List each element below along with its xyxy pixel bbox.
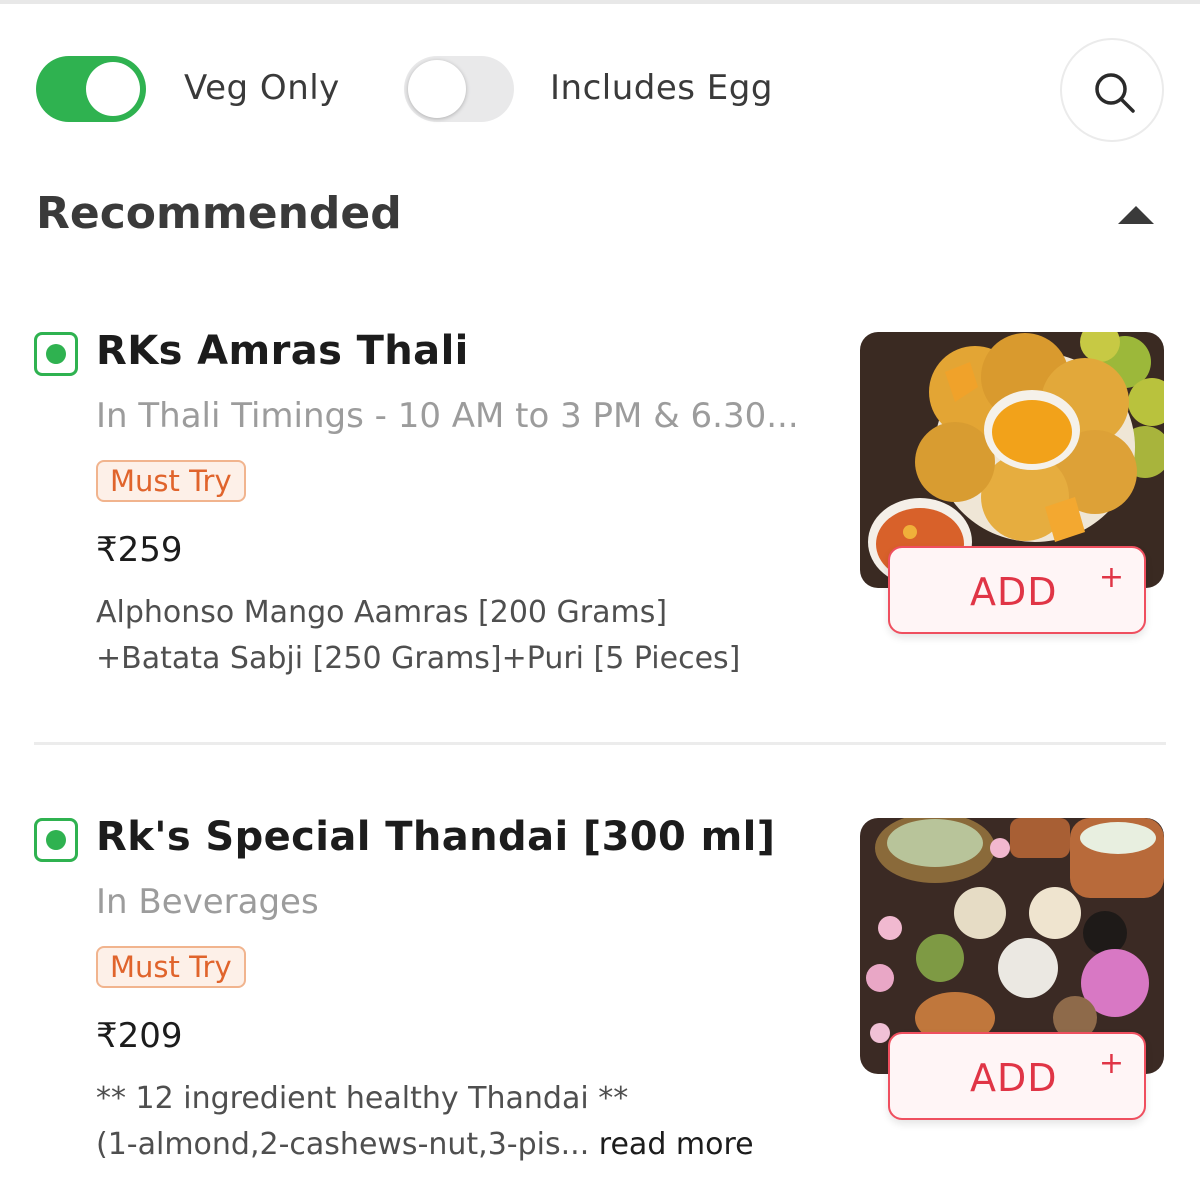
add-button[interactable]: ADD + [888, 546, 1146, 634]
caret-up-icon[interactable] [1118, 206, 1154, 224]
top-divider [0, 0, 1200, 4]
description-line: ** 12 ingredient healthy Thandai ** [96, 1081, 629, 1116]
filter-row: Veg Only Includes Egg [36, 38, 1164, 142]
item-price: ₹259 [96, 530, 183, 570]
veg-only-label: Veg Only [184, 68, 340, 108]
item-description: Alphonso Mango Aamras [200 Grams] +Batat… [96, 590, 836, 682]
includes-egg-toggle[interactable] [404, 56, 514, 122]
includes-egg-label: Includes Egg [550, 68, 773, 108]
toggle-knob [408, 60, 466, 118]
item-price: ₹209 [96, 1016, 183, 1056]
description-line: Alphonso Mango Aamras [200 Grams] [96, 595, 668, 630]
plus-icon: + [1098, 560, 1124, 595]
item-divider [34, 742, 1166, 745]
veg-only-toggle[interactable] [36, 56, 146, 122]
item-name: Rk's Special Thandai [300 ml] [96, 814, 776, 860]
item-description: ** 12 ingredient healthy Thandai ** (1-a… [96, 1076, 836, 1168]
add-button[interactable]: ADD + [888, 1032, 1146, 1120]
description-line: (1-almond,2-cashews-nut,3-pis... read mo… [96, 1122, 836, 1168]
toggle-knob [86, 62, 140, 116]
read-more-link[interactable]: read more [599, 1127, 754, 1162]
veg-icon [34, 332, 78, 376]
must-try-badge: Must Try [96, 946, 246, 988]
description-line: +Batata Sabji [250 Grams]+Puri [5 Pieces… [96, 641, 741, 676]
search-button[interactable] [1060, 38, 1164, 142]
item-category: In Thali Timings - 10 AM to 3 PM & 6.30.… [96, 396, 799, 436]
description-text: (1-almond,2-cashews-nut,3-pis... [96, 1127, 590, 1162]
item-name: RKs Amras Thali [96, 328, 469, 374]
search-icon [1095, 73, 1135, 113]
add-label: ADD [970, 1056, 1058, 1100]
must-try-badge: Must Try [96, 460, 246, 502]
veg-icon [34, 818, 78, 862]
item-category: In Beverages [96, 882, 319, 922]
plus-icon: + [1098, 1046, 1124, 1081]
add-label: ADD [970, 570, 1058, 614]
section-title: Recommended [36, 188, 402, 239]
